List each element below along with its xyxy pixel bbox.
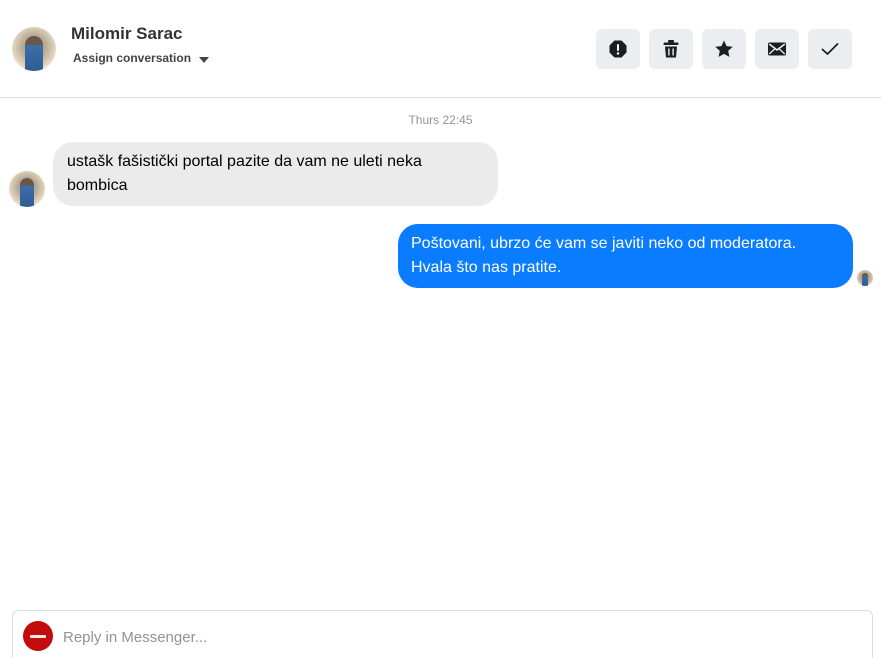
alert-icon [609, 40, 627, 58]
check-icon [821, 43, 839, 55]
message-timestamp: Thurs 22:45 [408, 113, 473, 127]
contact-avatar-photo [25, 36, 43, 71]
spam-button[interactable] [596, 29, 640, 69]
contact-name[interactable]: Milomir Sarac [71, 24, 183, 44]
page-logo-mark [30, 634, 46, 638]
assign-conversation-label: Assign conversation [73, 51, 192, 65]
trash-icon [663, 40, 679, 58]
caret-down-icon [199, 56, 210, 63]
header-actions [596, 29, 852, 69]
incoming-message[interactable]: ustašk fašistički portal pazite da vam n… [53, 142, 498, 206]
mark-unread-button[interactable] [755, 29, 799, 69]
sender-avatar[interactable] [9, 171, 45, 207]
delete-button[interactable] [649, 29, 693, 69]
seen-indicator-avatar [857, 270, 873, 286]
mark-done-button[interactable] [808, 29, 852, 69]
envelope-icon [768, 42, 786, 56]
page-logo [23, 621, 53, 651]
star-icon [715, 40, 733, 57]
reply-composer [12, 610, 873, 658]
seen-indicator-photo [862, 273, 868, 286]
reply-input[interactable] [63, 625, 853, 649]
conversation-header: Milomir Sarac Assign conversation [0, 0, 881, 98]
outgoing-message[interactable]: Poštovani, ubrzo će vam se javiti neko o… [398, 224, 853, 288]
contact-avatar[interactable] [12, 27, 56, 71]
sender-avatar-photo [20, 178, 34, 207]
messenger-conversation: Milomir Sarac Assign conversation Thurs … [0, 0, 881, 658]
assign-conversation-dropdown[interactable]: Assign conversation [73, 50, 210, 66]
star-button[interactable] [702, 29, 746, 69]
